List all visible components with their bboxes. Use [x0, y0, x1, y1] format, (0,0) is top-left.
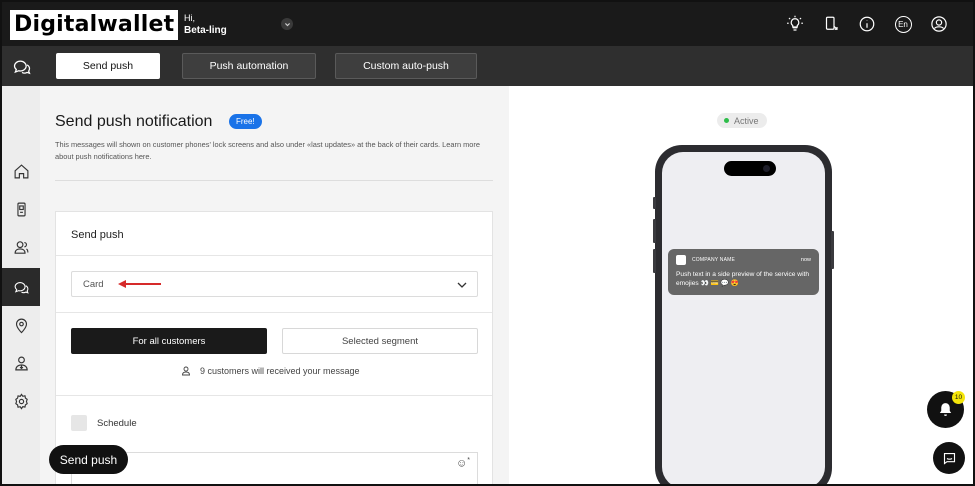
divider [56, 395, 492, 396]
notification-header: COMPANY NAME now [676, 255, 811, 265]
sidebar-item-home[interactable] [2, 152, 40, 190]
chat-icon [14, 281, 29, 294]
tab-custom-auto-push[interactable]: Custom auto-push [335, 53, 477, 79]
sidebar-item-managers[interactable] [2, 344, 40, 382]
required-marker: * [467, 457, 470, 464]
phone-screen: COMPANY NAME now Push text in a side pre… [662, 152, 825, 484]
sidebar-item-settings[interactable] [2, 382, 40, 420]
send-push-form: Send push Card For all customers Selecte… [55, 211, 493, 484]
section-toolbar: Send push Push automation Custom auto-pu… [2, 46, 973, 86]
status-badge: Active [717, 113, 767, 128]
sidebar-item-customers[interactable] [2, 228, 40, 266]
divider [55, 180, 493, 181]
sidebar-item-cards[interactable] [2, 190, 40, 228]
divider [56, 255, 492, 256]
chat-bubble-icon [943, 452, 955, 465]
phone-mockup: COMPANY NAME now Push text in a side pre… [653, 145, 834, 484]
free-badge: Free! [229, 114, 262, 129]
avatar[interactable] [930, 15, 948, 33]
phone-side-button [831, 231, 834, 269]
greeting-text: Hi, [184, 13, 195, 23]
notification-company: COMPANY NAME [692, 257, 736, 263]
user-dropdown-icon[interactable] [281, 18, 293, 30]
phone-sync-icon[interactable] [822, 15, 840, 33]
emoji-picker[interactable]: ☺* [456, 457, 470, 470]
user-greeting: Hi, Beta-ling [184, 13, 227, 36]
app-window: Digitalwallet Hi, Beta-ling En Send push… [0, 0, 975, 486]
form-title: Send push [71, 229, 124, 241]
notification-preview: COMPANY NAME now Push text in a side pre… [668, 249, 819, 295]
info-icon[interactable] [858, 15, 876, 33]
page-title: Send push notification [55, 113, 213, 130]
recipients-count-text: 9 customers will received your message [200, 366, 360, 376]
divider [56, 312, 492, 313]
language-switcher[interactable]: En [894, 15, 912, 33]
for-all-customers-button[interactable]: For all customers [71, 328, 267, 354]
support-chat-button[interactable] [933, 442, 965, 474]
schedule-checkbox[interactable] [71, 415, 87, 431]
sidebar [2, 86, 40, 484]
status-text: Active [734, 115, 759, 126]
push-text-input[interactable] [71, 452, 478, 484]
top-bar: Digitalwallet Hi, Beta-ling En [2, 2, 973, 46]
notification-count-badge: 10 [952, 391, 965, 404]
main-panel: Send push notification Free! This messag… [40, 86, 509, 484]
chevron-down-icon [457, 282, 467, 288]
card-select-value: Card [83, 278, 104, 290]
phone-side-button [653, 249, 656, 273]
customers-icon [14, 240, 28, 254]
camera-icon [763, 165, 770, 172]
tab-push-automation[interactable]: Push automation [182, 53, 316, 79]
logo[interactable]: Digitalwallet [10, 10, 179, 40]
gear-icon [14, 392, 28, 410]
schedule-label: Schedule [97, 418, 137, 429]
lightbulb-icon[interactable] [786, 15, 804, 33]
recipients-info: 9 customers will received your message [181, 365, 360, 377]
smiley-icon: ☺ [456, 457, 468, 470]
user-upload-icon [14, 356, 28, 370]
customers-icon [182, 366, 190, 376]
send-push-button[interactable]: Send push [49, 445, 128, 474]
card-icon [16, 202, 26, 216]
tab-send-push[interactable]: Send push [56, 53, 160, 79]
bell-icon [939, 403, 952, 416]
chat-icon [12, 57, 32, 77]
preview-panel: Active COMPANY NAME now Push text in a s… [509, 86, 973, 484]
red-arrow-annotation [118, 280, 161, 288]
username: Beta-ling [184, 25, 227, 36]
location-icon [15, 318, 27, 333]
language-code: En [894, 15, 912, 33]
notification-text: Push text in a side preview of the servi… [676, 271, 810, 287]
notification-time: now [800, 257, 811, 263]
page-description: This messages will shown on customer pho… [55, 140, 480, 161]
app-icon [676, 255, 686, 265]
active-dot-icon [724, 118, 729, 123]
phone-side-button [653, 197, 656, 209]
phone-side-button [653, 219, 656, 243]
selected-segment-button[interactable]: Selected segment [282, 328, 478, 354]
dynamic-island [724, 161, 776, 176]
sidebar-item-locations[interactable] [2, 306, 40, 344]
home-icon [14, 163, 28, 178]
sidebar-item-push[interactable] [2, 268, 40, 306]
